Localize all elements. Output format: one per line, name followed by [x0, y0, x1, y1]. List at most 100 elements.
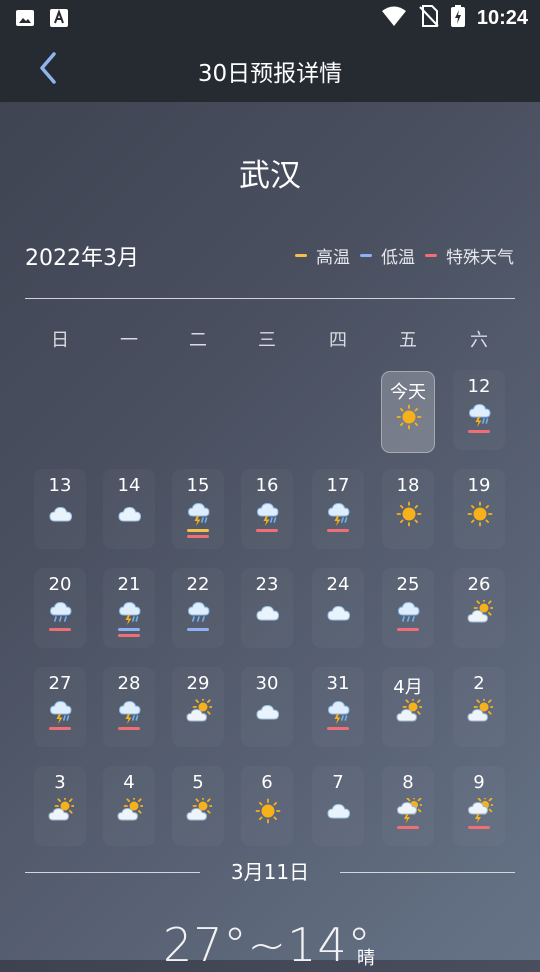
day-label: 7: [332, 772, 344, 793]
day-label: 23: [255, 574, 279, 595]
rain-icon: [186, 600, 212, 626]
day-label: 22: [186, 574, 210, 595]
special-indicator: [256, 529, 278, 532]
cloud-icon: [255, 600, 281, 626]
day-cell[interactable]: 2: [453, 667, 505, 747]
day-cell[interactable]: 21: [103, 568, 155, 648]
day-cell[interactable]: 12: [453, 370, 505, 450]
indicator-bars: [468, 826, 490, 832]
sun-thunder-icon: [396, 795, 424, 824]
legend-high: 高温: [295, 243, 350, 268]
indicator-bars: [187, 529, 209, 541]
city-name: 武汉: [239, 158, 301, 194]
legend-special: 特殊天气: [425, 243, 514, 268]
day-cell[interactable]: 9: [453, 766, 505, 846]
day-cell[interactable]: 6: [241, 766, 293, 846]
indicator-bars: [187, 628, 209, 634]
day-cell[interactable]: 29: [172, 667, 224, 747]
day-cell[interactable]: 4月: [382, 667, 434, 747]
overcast-icon: [255, 699, 281, 725]
indicator-bars: [327, 529, 349, 535]
legend: 高温 低温 特殊天气: [295, 243, 514, 268]
partly-cloudy-icon: [396, 696, 424, 725]
low-indicator: [187, 628, 209, 631]
image-notification-icon: [14, 7, 36, 29]
day-label: 12: [467, 376, 491, 397]
day-cell[interactable]: 5: [172, 766, 224, 846]
day-label: 20: [48, 574, 72, 595]
rain-icon: [48, 600, 74, 626]
indicator-bars: [49, 727, 71, 733]
thunder-rain-icon: [117, 699, 143, 725]
cloud-icon: [48, 501, 74, 527]
thunder-rain-icon: [255, 501, 281, 527]
day-label: 13: [48, 475, 72, 496]
partly-cloudy-icon: [467, 597, 495, 626]
day-label: 16: [255, 475, 279, 496]
thunder-rain-icon: [326, 501, 352, 527]
indicator-bars: [397, 826, 419, 832]
special-indicator: [397, 628, 419, 631]
weekday-6: 六: [470, 330, 488, 351]
indicator-bars: [49, 628, 71, 634]
day-cell[interactable]: 24: [312, 568, 364, 648]
special-indicator: [49, 727, 71, 730]
day-cell[interactable]: 15: [172, 469, 224, 549]
divider: [25, 298, 515, 299]
day-label: 24: [326, 574, 350, 595]
weekday-0: 日: [51, 330, 69, 351]
day-cell[interactable]: 20: [34, 568, 86, 648]
day-cell[interactable]: 27: [34, 667, 86, 747]
day-cell[interactable]: 13: [34, 469, 86, 549]
day-label: 26: [467, 574, 491, 595]
selected-temp-range: 27°~14°: [163, 918, 372, 972]
day-label: 28: [117, 673, 141, 694]
thunder-rain-icon: [117, 600, 143, 626]
day-label: 29: [186, 673, 210, 694]
weekday-5: 五: [399, 330, 417, 351]
special-indicator: [327, 529, 349, 532]
day-cell[interactable]: 19: [453, 469, 505, 549]
thunder-rain-icon: [48, 699, 74, 725]
clock: 10:24: [476, 6, 528, 29]
day-cell[interactable]: 8: [382, 766, 434, 846]
special-indicator: [468, 430, 490, 433]
day-label: 14: [117, 475, 141, 496]
month-label: 2022年3月: [25, 246, 139, 271]
day-label: 30: [255, 673, 279, 694]
weekday-1: 一: [120, 330, 138, 351]
legend-high-swatch: [295, 254, 307, 257]
no-sim-icon: [419, 5, 439, 31]
thunder-rain-icon: [186, 501, 212, 527]
day-label: 2: [473, 673, 485, 694]
day-label: 18: [396, 475, 420, 496]
weekday-2: 二: [189, 330, 207, 351]
indicator-bars: [118, 727, 140, 733]
thunder-rain-icon: [326, 699, 352, 725]
day-label: 25: [396, 574, 420, 595]
day-cell[interactable]: 18: [382, 469, 434, 549]
partly-cloudy-icon: [186, 795, 214, 824]
high-indicator: [187, 529, 209, 532]
day-cell[interactable]: 7: [312, 766, 364, 846]
partly-cloudy-icon: [48, 795, 76, 824]
special-indicator: [187, 535, 209, 538]
day-cell[interactable]: 4: [103, 766, 155, 846]
sun-icon: [255, 798, 281, 824]
day-cell[interactable]: 25: [382, 568, 434, 648]
day-cell[interactable]: 22: [172, 568, 224, 648]
cloud-icon: [326, 600, 352, 626]
day-cell[interactable]: 3: [34, 766, 86, 846]
day-cell-today[interactable]: 今天: [381, 371, 435, 453]
day-cell[interactable]: 16: [241, 469, 293, 549]
day-cell[interactable]: 31: [312, 667, 364, 747]
day-cell[interactable]: 26: [453, 568, 505, 648]
day-cell[interactable]: 23: [241, 568, 293, 648]
day-label: 19: [467, 475, 491, 496]
indicator-bars: [327, 727, 349, 733]
day-cell[interactable]: 14: [103, 469, 155, 549]
day-cell[interactable]: 17: [312, 469, 364, 549]
day-cell[interactable]: 30: [241, 667, 293, 747]
day-cell[interactable]: 28: [103, 667, 155, 747]
partly-cloudy-icon: [117, 795, 145, 824]
